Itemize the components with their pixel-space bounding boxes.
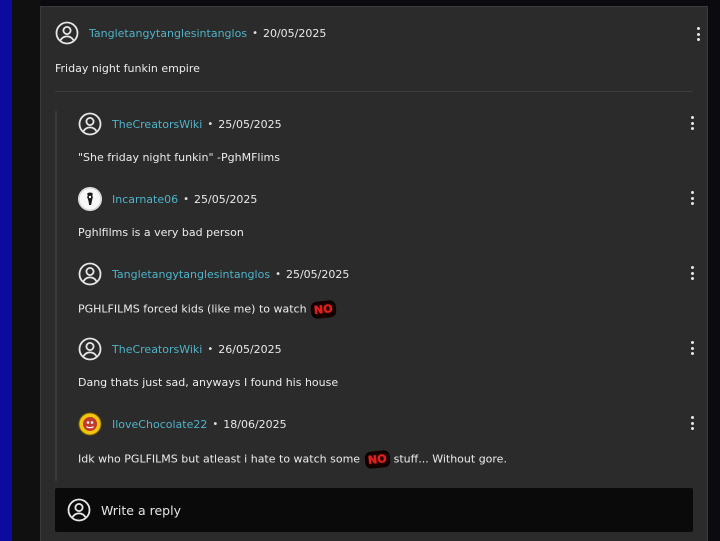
thread-line — [55, 111, 57, 481]
reply-date: 25/05/2025 — [285, 267, 350, 281]
more-options-icon[interactable] — [685, 414, 699, 432]
no-sticker: NO — [310, 299, 337, 320]
top-comment: Tangletangytanglesintanglos • 20/05/2025 — [55, 18, 700, 48]
reply-item: TheCreatorsWiki • 26/05/2025 Dang thats … — [78, 334, 694, 409]
reply-item: Tangletangytanglesintanglos • 25/05/2025… — [78, 259, 694, 334]
no-sticker: NO — [363, 449, 390, 470]
separator-dot: • — [252, 27, 258, 39]
reply-item: Incarnate06 • 25/05/2025 Pghlfilms is a … — [78, 184, 694, 259]
comment-body: Friday night funkin empire — [55, 62, 200, 75]
reply-date: 25/05/2025 — [194, 192, 258, 206]
custom-avatar-icon[interactable] — [78, 412, 102, 436]
user-avatar-icon[interactable] — [78, 262, 102, 286]
reply-item: TheCreatorsWiki • 25/05/2025 "She friday… — [78, 109, 694, 184]
separator-dot: • — [275, 268, 281, 280]
comment-date: 20/05/2025 — [262, 26, 327, 40]
comment-thread-panel: Tangletangytanglesintanglos • 20/05/2025… — [40, 6, 708, 541]
user-avatar-icon — [67, 498, 91, 522]
reply-placeholder: Write a reply — [101, 502, 181, 518]
reply-body: Idk who PGLFILMS but atleast i hate to w… — [78, 449, 507, 470]
divider — [55, 91, 693, 92]
reply-date: 26/05/2025 — [218, 342, 282, 356]
separator-dot: • — [207, 343, 214, 355]
user-avatar-icon[interactable] — [55, 21, 79, 45]
more-options-icon[interactable] — [685, 114, 699, 132]
reply-username-link[interactable]: Tangletangytanglesintanglos — [112, 268, 270, 281]
separator-dot: • — [207, 118, 214, 130]
reply-body: Dang thats just sad, anyways I found his… — [78, 376, 339, 389]
user-avatar-icon[interactable] — [78, 337, 102, 361]
separator-dot: • — [183, 193, 190, 205]
reply-date: 18/06/2025 — [223, 417, 287, 431]
custom-avatar-icon[interactable] — [78, 187, 102, 211]
more-options-icon[interactable] — [685, 189, 699, 207]
left-accent-bar — [0, 0, 12, 541]
more-options-icon[interactable] — [685, 264, 699, 282]
reply-date: 25/05/2025 — [218, 117, 282, 131]
more-options-icon[interactable] — [685, 339, 699, 357]
separator-dot: • — [212, 418, 219, 430]
reply-body: Pghlfilms is a very bad person — [78, 226, 244, 239]
left-gutter — [12, 0, 40, 541]
write-reply-input[interactable]: Write a reply — [55, 488, 693, 532]
reply-username-link[interactable]: TheCreatorsWiki — [112, 343, 202, 356]
reply-body: PGHLFILMS forced kids (like me) to watch… — [78, 299, 337, 320]
reply-body: "She friday night funkin" -PghMFlims — [78, 151, 280, 164]
reply-item: IloveChocolate22 • 18/06/2025 Idk who PG… — [78, 409, 694, 484]
reply-username-link[interactable]: IloveChocolate22 — [112, 418, 207, 431]
reply-username-link[interactable]: TheCreatorsWiki — [112, 118, 202, 131]
more-options-icon[interactable] — [691, 25, 705, 43]
reply-username-link[interactable]: Incarnate06 — [112, 193, 178, 206]
user-avatar-icon[interactable] — [78, 112, 102, 136]
comment-username-link[interactable]: Tangletangytanglesintanglos — [89, 27, 247, 40]
